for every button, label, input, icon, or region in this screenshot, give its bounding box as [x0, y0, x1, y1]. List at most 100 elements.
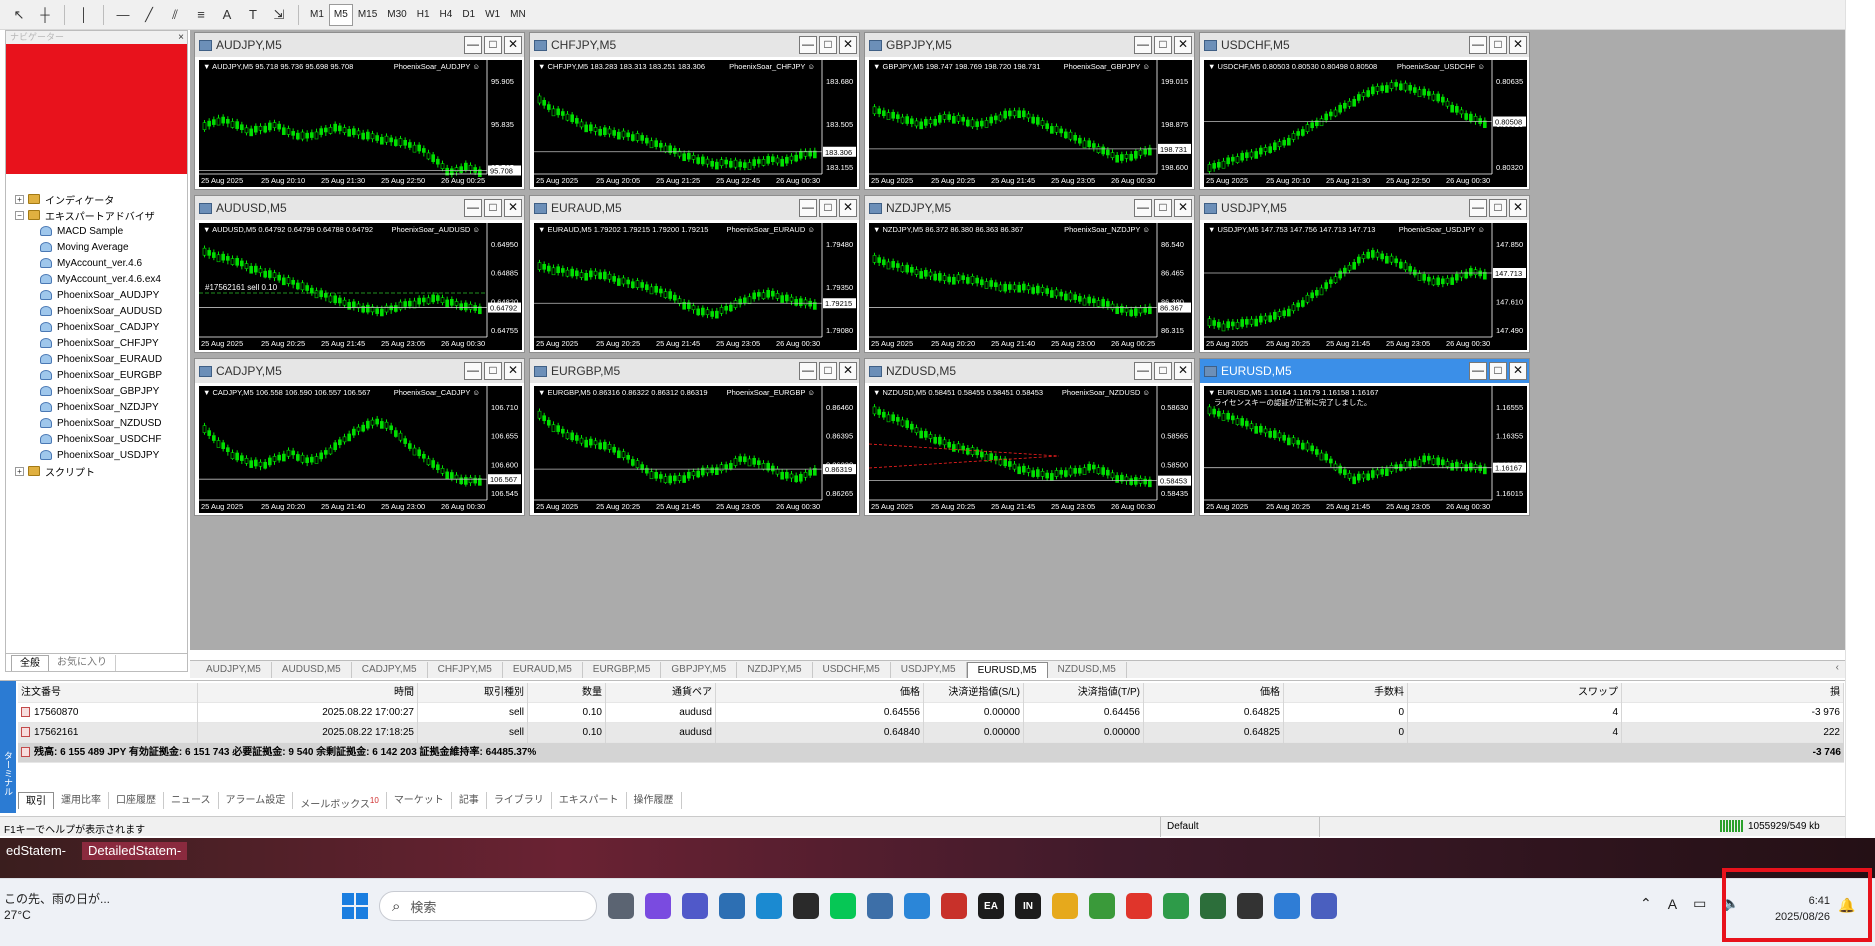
close-icon[interactable]: ✕: [504, 362, 522, 380]
terminal-tab[interactable]: ニュース: [164, 791, 219, 809]
task-view-icon[interactable]: [608, 893, 634, 919]
terminal-tab[interactable]: 運用比率: [54, 791, 109, 809]
chart-title-bar[interactable]: AUDUSD,M5 — □ ✕: [195, 196, 524, 220]
chart-title-bar[interactable]: GBPJPY,M5 — □ ✕: [865, 33, 1194, 57]
chart-window[interactable]: EURGBP,M5 — □ ✕ ▼ EURGBP,M5 0.86316 0.86322 …: [529, 358, 860, 516]
chart-tab[interactable]: GBPJPY,M5: [661, 661, 738, 678]
timeframe-d1-button[interactable]: D1: [457, 4, 480, 26]
navigator-tree-item[interactable]: PhoenixSoar_AUDJPY: [6, 287, 187, 303]
minimize-icon[interactable]: —: [464, 199, 482, 217]
cursor-icon[interactable]: ↖: [6, 3, 32, 27]
chart-window[interactable]: AUDUSD,M5 — □ ✕ #17562161 sell 0.10 ▼ AUDUSD,…: [194, 195, 525, 353]
chart-title-bar[interactable]: AUDJPY,M5 — □ ✕: [195, 33, 524, 57]
close-icon[interactable]: ✕: [839, 199, 857, 217]
terminal-tab[interactable]: マーケット: [387, 791, 452, 809]
text-label-icon[interactable]: T: [240, 3, 266, 27]
chart-canvas[interactable]: #17562161 sell 0.10 ▼ AUDUSD,M5 0.64792 0…: [199, 223, 522, 350]
connection-status[interactable]: 1055929/549 kb: [1720, 820, 1820, 832]
chart-window[interactable]: EURAUD,M5 — □ ✕ ▼ EURAUD,M5 1.79202 1.79215 …: [529, 195, 860, 353]
chrome-icon[interactable]: [1163, 893, 1189, 919]
navigator-tree-item[interactable]: PhoenixSoar_EURAUD: [6, 351, 187, 367]
notepad-icon[interactable]: [904, 893, 930, 919]
collapse-icon[interactable]: −: [15, 210, 24, 220]
chart-title-bar[interactable]: NZDUSD,M5 — □ ✕: [865, 359, 1194, 383]
expand-icon[interactable]: +: [15, 194, 24, 204]
navigator-tree-item[interactable]: PhoenixSoar_GBPJPY: [6, 383, 187, 399]
navigator-tab[interactable]: 全般: [11, 655, 49, 671]
timeframe-m30-button[interactable]: M30: [382, 4, 411, 26]
column-header[interactable]: 決済指値(T/P): [1024, 683, 1144, 703]
navigator-tree-item[interactable]: − エキスパートアドバイザ: [6, 207, 187, 223]
chart-canvas[interactable]: ▼ GBPJPY,M5 198.747 198.769 198.720 198.…: [869, 60, 1192, 187]
column-header[interactable]: 注文番号: [18, 683, 198, 703]
text-icon[interactable]: A: [214, 3, 240, 27]
maximize-icon[interactable]: □: [1154, 362, 1172, 380]
maximize-icon[interactable]: □: [1154, 36, 1172, 54]
calculator-icon[interactable]: [867, 893, 893, 919]
alpari-icon[interactable]: [793, 893, 819, 919]
wifi-app-icon[interactable]: [1237, 893, 1263, 919]
chart-window[interactable]: USDJPY,M5 — □ ✕ ▼ USDJPY,M5 147.753 147.756 …: [1199, 195, 1530, 353]
expand-icon[interactable]: +: [15, 466, 24, 476]
minimize-icon[interactable]: —: [1134, 36, 1152, 54]
channel-icon[interactable]: ⫽: [162, 3, 188, 27]
terminal-tab[interactable]: アラーム設定: [219, 791, 294, 809]
chevron-up-icon[interactable]: ⌃: [1640, 895, 1652, 912]
chart-tab[interactable]: USDCHF,M5: [813, 661, 891, 678]
navigator-tree-item[interactable]: MyAccount_ver.4.6: [6, 255, 187, 271]
minimize-icon[interactable]: —: [799, 199, 817, 217]
close-icon[interactable]: ✕: [504, 199, 522, 217]
in-icon[interactable]: IN: [1015, 893, 1041, 919]
chart-title-bar[interactable]: EURAUD,M5 — □ ✕: [530, 196, 859, 220]
start-icon[interactable]: [342, 893, 368, 919]
terminal-tab[interactable]: 記事: [452, 791, 487, 809]
background-tab[interactable]: DetailedStatem-: [81, 842, 188, 860]
timeframe-h1-button[interactable]: H1: [412, 4, 435, 26]
navigator-tree-item[interactable]: Moving Average: [6, 239, 187, 255]
navigator-tree-item[interactable]: MACD Sample: [6, 223, 187, 239]
minimize-icon[interactable]: —: [799, 362, 817, 380]
edge-icon[interactable]: [756, 893, 782, 919]
chart-tab[interactable]: NZDUSD,M5: [1048, 661, 1127, 678]
chart-window[interactable]: CADJPY,M5 — □ ✕ ▼ CADJPY,M5 106.558 106.590 …: [194, 358, 525, 516]
minimize-icon[interactable]: —: [1134, 199, 1152, 217]
chart-title-bar[interactable]: EURGBP,M5 — □ ✕: [530, 359, 859, 383]
copilot-icon[interactable]: [645, 893, 671, 919]
navigator-tree-item[interactable]: PhoenixSoar_CHFJPY: [6, 335, 187, 351]
network-app-icon[interactable]: [1311, 893, 1337, 919]
minimize-icon[interactable]: —: [1469, 362, 1487, 380]
minimize-icon[interactable]: —: [1134, 362, 1152, 380]
terminal-tab[interactable]: ライブラリ: [487, 791, 552, 809]
chart-window[interactable]: NZDJPY,M5 — □ ✕ ▼ NZDJPY,M5 86.372 86.380 86…: [864, 195, 1195, 353]
navigator-tree-item[interactable]: PhoenixSoar_CADJPY: [6, 319, 187, 335]
maximize-icon[interactable]: □: [1489, 36, 1507, 54]
maximize-icon[interactable]: □: [484, 199, 502, 217]
arrows-icon[interactable]: ⇲: [266, 3, 292, 27]
minimize-icon[interactable]: —: [1469, 199, 1487, 217]
maximize-icon[interactable]: □: [819, 362, 837, 380]
chart-title-bar[interactable]: USDJPY,M5 — □ ✕: [1200, 196, 1529, 220]
close-icon[interactable]: ✕: [1509, 36, 1527, 54]
chart-tab[interactable]: USDJPY,M5: [891, 661, 967, 678]
timeframe-m15-button[interactable]: M15: [353, 4, 382, 26]
chart-window[interactable]: NZDUSD,M5 — □ ✕ ▼ NZDUSD,M5 0.58451 0.58455 …: [864, 358, 1195, 516]
ea-icon[interactable]: EA: [978, 893, 1004, 919]
close-icon[interactable]: ✕: [1174, 362, 1192, 380]
table-row[interactable]: 17560870 2025.08.22 17:00:27 sell 0.10 audus…: [18, 703, 1844, 723]
close-icon[interactable]: ✕: [1174, 36, 1192, 54]
close-icon[interactable]: ✕: [504, 36, 522, 54]
timeframe-h4-button[interactable]: H4: [435, 4, 458, 26]
timeframe-m5-button[interactable]: M5: [328, 3, 353, 26]
fibonacci-icon[interactable]: ≡: [188, 3, 214, 27]
horizontal-line-icon[interactable]: —: [110, 3, 136, 27]
paint-icon[interactable]: [1274, 893, 1300, 919]
maximize-icon[interactable]: □: [1489, 199, 1507, 217]
shield-app-icon[interactable]: [1089, 893, 1115, 919]
chart-window[interactable]: GBPJPY,M5 — □ ✕ ▼ GBPJPY,M5 198.747 198.769 …: [864, 32, 1195, 190]
maximize-icon[interactable]: □: [1154, 199, 1172, 217]
chart-title-bar[interactable]: USDCHF,M5 — □ ✕: [1200, 33, 1529, 57]
column-header[interactable]: スワップ: [1408, 683, 1622, 703]
scroll-left-icon[interactable]: ‹: [1836, 662, 1839, 673]
vertical-line-icon[interactable]: │: [71, 3, 97, 27]
chart-tab[interactable]: NZDJPY,M5: [737, 661, 813, 678]
